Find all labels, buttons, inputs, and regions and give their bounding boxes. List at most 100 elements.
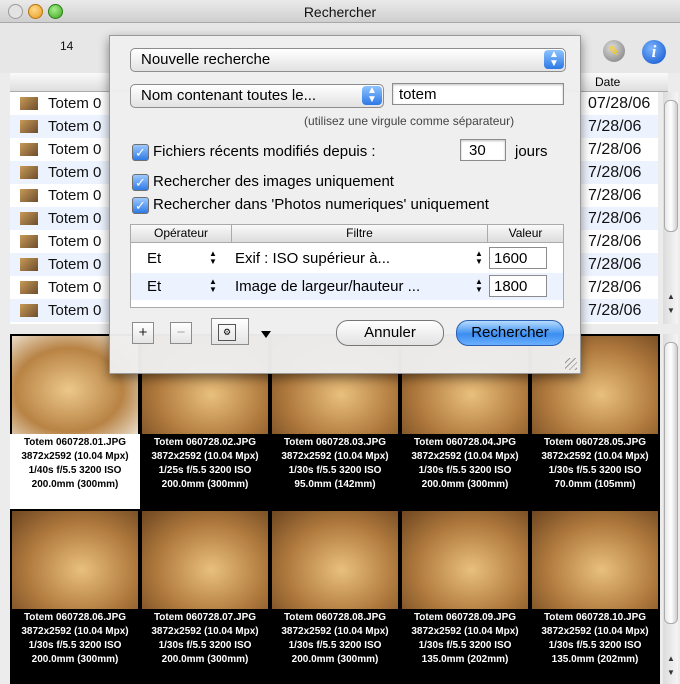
row-name: Totem 0 — [48, 233, 102, 250]
column-header-date[interactable]: Date — [595, 75, 620, 89]
scroll-down-arrow-icon[interactable]: ▼ — [667, 306, 675, 315]
row-date: 7/28/06 — [588, 279, 642, 296]
photo-thumbnail — [20, 258, 38, 271]
list-scrollbar[interactable]: ▲ ▼ — [663, 92, 678, 324]
photo-caption: Totem 060728.09.JPG 3872x2592 (10.04 Mpx)… — [411, 612, 519, 665]
photo-thumbnail — [272, 511, 398, 609]
photo-caption: Totem 060728.06.JPG 3872x2592 (10.04 Mpx)… — [21, 612, 129, 665]
resize-grip-icon[interactable] — [565, 358, 577, 370]
info-icon[interactable]: i — [642, 40, 666, 64]
preset-popup[interactable]: Nouvelle recherche ▲ ▼ — [130, 48, 566, 72]
filter-popup[interactable]: Exif : ISO supérieur à... — [235, 250, 390, 267]
photo-thumbnail — [20, 143, 38, 156]
query-field[interactable]: totem — [392, 83, 564, 105]
recent-files-checkbox[interactable]: ✓ — [132, 144, 149, 161]
filter-row[interactable]: Et ▲ ▼ Image de largeur/hauteur ... ▲ ▼ 18… — [131, 273, 563, 300]
result-count: 14 — [60, 39, 74, 53]
tag-edit-icon[interactable]: ✎ — [603, 40, 625, 62]
photo-thumbnail — [20, 281, 38, 294]
recent-files-label: Fichiers récents modifiés depuis : — [153, 143, 376, 160]
column-header-value: Valeur — [488, 225, 563, 243]
row-name: Totem 0 — [48, 141, 102, 158]
photo-cell[interactable]: Totem 060728.09.JPG 3872x2592 (10.04 Mpx)… — [400, 509, 530, 684]
scroll-up-arrow-icon[interactable]: ▲ — [667, 292, 675, 301]
grid-scrollbar[interactable]: ▲ ▼ — [663, 334, 678, 684]
filter-row[interactable]: Et ▲ ▼ Exif : ISO supérieur à... ▲ ▼ 1600 — [131, 245, 563, 272]
photo-thumbnail — [20, 120, 38, 133]
row-name: Totem 0 — [48, 187, 102, 204]
popup-arrows-icon: ▲ ▼ — [544, 50, 564, 69]
action-icon: ⚙ — [218, 324, 236, 341]
actions-popup-button[interactable]: ⚙ — [211, 318, 249, 345]
recent-days-field[interactable]: 30 — [460, 139, 506, 161]
search-window: Rechercher 14 ✎ i Date Totem 0 07/28/06 T… — [0, 0, 680, 684]
photo-caption: Totem 060728.05.JPG 3872x2592 (10.04 Mpx)… — [541, 437, 649, 490]
photo-thumbnail — [20, 166, 38, 179]
list-scrollbar-thumb[interactable] — [664, 100, 678, 232]
remove-filter-button[interactable]: − — [170, 322, 192, 344]
photo-thumbnail — [20, 235, 38, 248]
photo-thumbnail — [20, 189, 38, 202]
photo-cell[interactable]: Totem 060728.08.JPG 3872x2592 (10.04 Mpx)… — [270, 509, 400, 684]
days-unit-label: jours — [515, 143, 548, 160]
filter-value-field[interactable]: 1800 — [489, 275, 547, 297]
photo-caption: Totem 060728.08.JPG 3872x2592 (10.04 Mpx)… — [281, 612, 389, 665]
filter-popup[interactable]: Image de largeur/hauteur ... — [235, 278, 420, 295]
thumbnail-grid: Totem 060728.01.JPG 3872x2592 (10.04 Mpx)… — [10, 334, 660, 684]
images-only-checkbox[interactable]: ✓ — [132, 174, 149, 191]
separator-hint: (utilisez une virgule comme séparateur) — [304, 114, 515, 128]
photo-thumbnail — [532, 511, 658, 609]
row-date: 7/28/06 — [588, 141, 642, 158]
grid-scrollbar-thumb[interactable] — [664, 342, 678, 624]
photo-cell[interactable]: Totem 060728.10.JPG 3872x2592 (10.04 Mpx)… — [530, 509, 660, 684]
row-name: Totem 0 — [48, 302, 102, 319]
filter-value-field[interactable]: 1600 — [489, 247, 547, 269]
photo-thumbnail — [12, 511, 138, 609]
row-date: 7/28/06 — [588, 118, 642, 135]
filter-table: Opérateur Filtre Valeur Et ▲ ▼ Exif : ISO… — [130, 224, 564, 308]
row-name: Totem 0 — [48, 210, 102, 227]
cancel-button[interactable]: Annuler — [336, 320, 444, 346]
window-title: Rechercher — [303, 4, 377, 20]
photo-cell[interactable]: Totem 060728.06.JPG 3872x2592 (10.04 Mpx)… — [10, 509, 140, 684]
row-date: 7/28/06 — [588, 164, 642, 181]
photo-caption: Totem 060728.10.JPG 3872x2592 (10.04 Mpx)… — [541, 612, 649, 665]
row-name: Totem 0 — [48, 95, 102, 112]
folder-only-checkbox[interactable]: ✓ — [132, 197, 149, 214]
row-date: 7/28/06 — [588, 187, 642, 204]
criterion-label: Nom contenant toutes le... — [141, 87, 317, 104]
popup-arrows-icon: ▲ ▼ — [209, 249, 217, 266]
operator-popup[interactable]: Et — [147, 250, 161, 267]
popup-arrows-icon: ▲ ▼ — [362, 86, 382, 105]
criterion-popup[interactable]: Nom contenant toutes le... ▲ ▼ — [130, 84, 384, 108]
photo-cell[interactable]: Totem 060728.07.JPG 3872x2592 (10.04 Mpx)… — [140, 509, 270, 684]
popup-triangle-icon — [261, 331, 271, 338]
popup-arrows-icon: ▲ ▼ — [209, 277, 217, 294]
row-date: 7/28/06 — [588, 233, 642, 250]
add-filter-button[interactable]: + — [132, 322, 154, 344]
photo-caption: Totem 060728.04.JPG 3872x2592 (10.04 Mpx)… — [411, 437, 519, 490]
operator-popup[interactable]: Et — [147, 278, 161, 295]
photo-caption: Totem 060728.07.JPG 3872x2592 (10.04 Mpx)… — [151, 612, 259, 665]
preset-label: Nouvelle recherche — [141, 51, 271, 68]
photo-thumbnail — [20, 212, 38, 225]
row-date: 7/28/06 — [588, 256, 642, 273]
row-date: 7/28/06 — [588, 302, 642, 319]
folder-only-label: Rechercher dans 'Photos numeriques' uniq… — [153, 196, 489, 213]
search-sheet: Nouvelle recherche ▲ ▼ Nom contenant tout… — [109, 35, 581, 374]
search-button[interactable]: Rechercher — [456, 320, 564, 346]
row-date: 07/28/06 — [588, 95, 651, 112]
images-only-label: Rechercher des images uniquement — [153, 173, 394, 190]
column-header-filter: Filtre — [232, 225, 488, 243]
photo-caption: Totem 060728.01.JPG 3872x2592 (10.04 Mpx)… — [10, 434, 140, 509]
column-header-operator: Opérateur — [131, 225, 232, 243]
row-name: Totem 0 — [48, 164, 102, 181]
photo-caption: Totem 060728.03.JPG 3872x2592 (10.04 Mpx)… — [281, 437, 389, 490]
row-name: Totem 0 — [48, 279, 102, 296]
scroll-down-arrow-icon[interactable]: ▼ — [667, 668, 675, 677]
scroll-up-arrow-icon[interactable]: ▲ — [667, 654, 675, 663]
popup-arrows-icon: ▲ ▼ — [475, 249, 483, 266]
title-bar: Rechercher — [0, 0, 680, 23]
popup-arrows-icon: ▲ ▼ — [475, 277, 483, 294]
photo-thumbnail — [402, 511, 528, 609]
